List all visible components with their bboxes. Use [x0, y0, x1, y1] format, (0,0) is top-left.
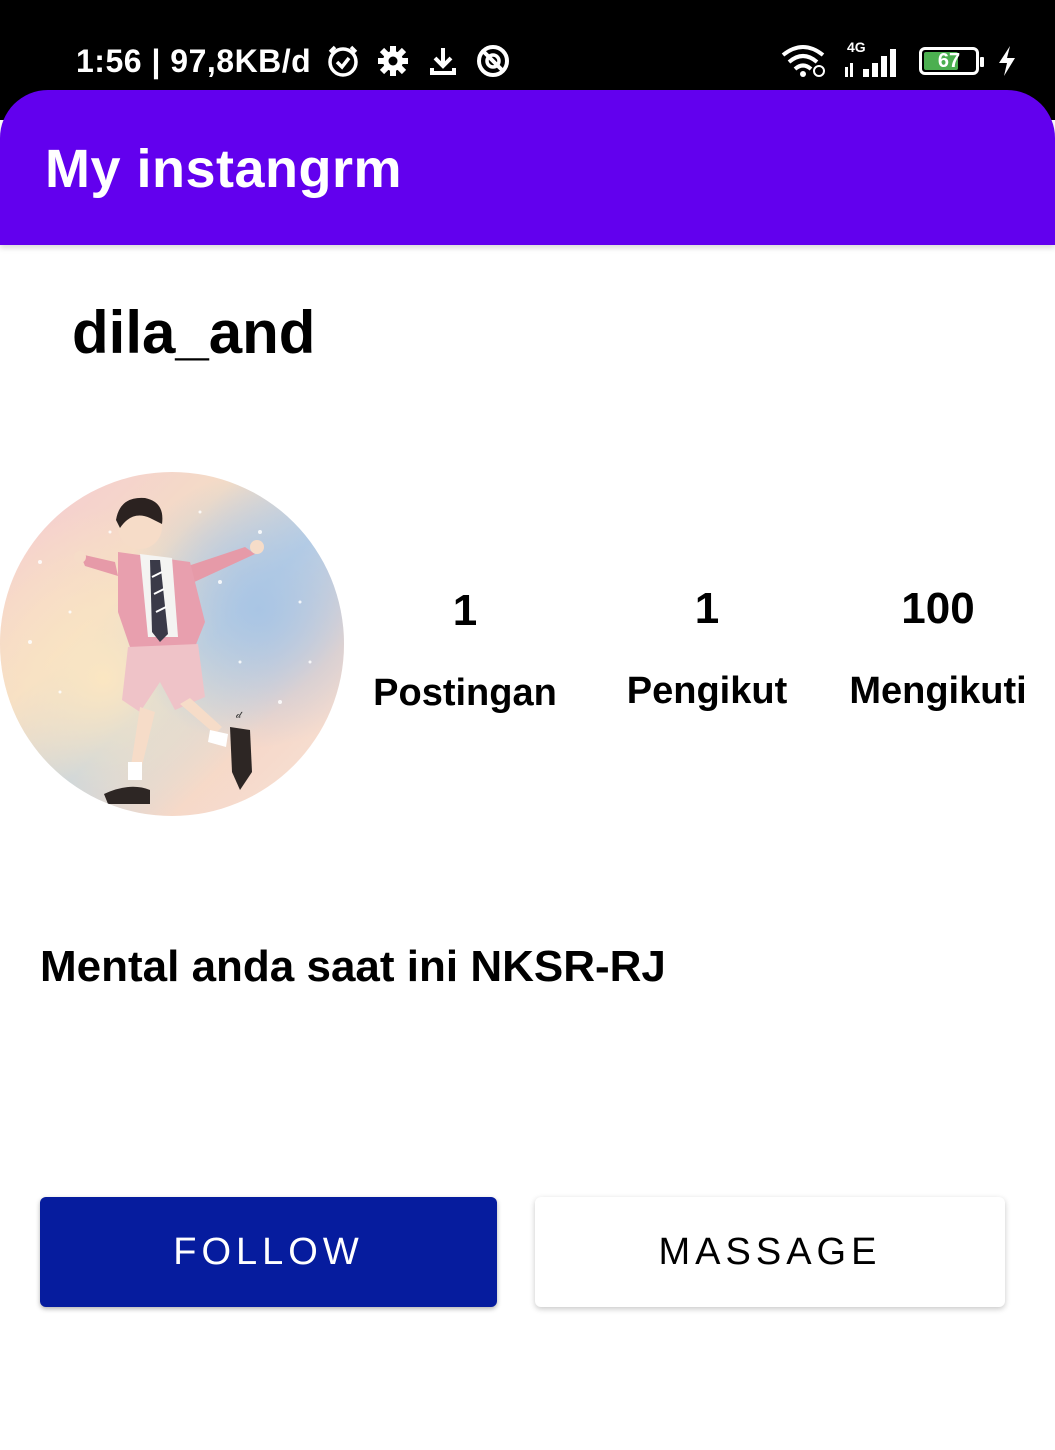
app-bar: My instangrm	[0, 90, 1055, 245]
stat-posts-label: Postingan	[373, 672, 557, 714]
message-button[interactable]: MASSAGE	[535, 1197, 1005, 1307]
profile-bio: Mental anda saat ini NKSR-RJ	[40, 942, 666, 991]
battery-level: 67	[937, 49, 961, 72]
gear-icon	[375, 43, 411, 79]
stat-followers-label: Pengikut	[626, 670, 788, 712]
app-title: My instangrm	[45, 139, 403, 199]
alarm-icon	[325, 43, 361, 79]
stat-posts[interactable]: 1 Postingan	[370, 586, 560, 715]
stat-following-value: 100	[901, 584, 975, 633]
stat-following-label: Mengikuti	[849, 670, 1027, 712]
stat-followers[interactable]: 1 Pengikut	[612, 584, 802, 713]
profile-avatar[interactable]: 𝒹	[0, 472, 344, 816]
wifi-icon	[779, 43, 827, 79]
status-time-speed: 1:56 | 97,8KB/d	[76, 42, 312, 79]
stat-following[interactable]: 100 Mengikuti	[838, 584, 1038, 713]
profile-username: dila_and	[72, 299, 316, 366]
download-icon	[425, 43, 461, 79]
battery-icon: 67	[919, 47, 984, 75]
signal-icon: 4G	[843, 39, 903, 79]
follow-button[interactable]: FOLLOW	[40, 1197, 497, 1307]
stat-posts-value: 1	[452, 586, 478, 635]
stat-followers-value: 1	[694, 584, 720, 633]
charging-icon	[995, 43, 1019, 79]
network-type: 4G	[847, 39, 866, 55]
no-disturb-icon	[475, 43, 511, 79]
